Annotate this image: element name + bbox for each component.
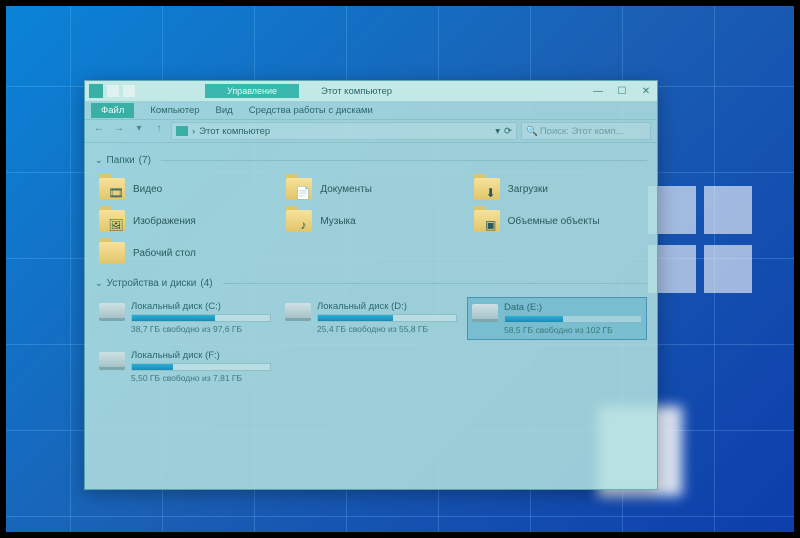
breadcrumb-chevron-icon[interactable]: ›: [192, 126, 195, 137]
pc-icon: [176, 126, 188, 136]
folder-glyph-icon: ▣: [484, 218, 498, 232]
folder-icon: 📄: [286, 178, 312, 200]
group-count: (7): [139, 155, 151, 166]
folder-item[interactable]: 🖼 Изображения: [95, 206, 272, 236]
folder-label: Рабочий стол: [133, 248, 196, 259]
drive-name: Data (E:): [504, 302, 642, 313]
search-icon: 🔍: [526, 126, 538, 137]
drive-free-label: 5,50 ГБ свободно из 7,81 ГБ: [131, 373, 271, 383]
group-header-folders[interactable]: ⌄ Папки (7): [95, 155, 647, 166]
folder-item[interactable]: ▣ Объемные объекты: [470, 206, 647, 236]
group-label: Папки: [107, 155, 135, 166]
drive-item[interactable]: Локальный диск (C:) 38,7 ГБ свободно из 9…: [95, 297, 275, 340]
group-count: (4): [200, 278, 212, 289]
folder-icon: [99, 242, 125, 264]
drive-usage-bar: [131, 363, 271, 371]
folder-label: Объемные объекты: [508, 216, 600, 227]
folder-icon: ⬇: [474, 178, 500, 200]
folder-item[interactable]: ♪ Музыка: [282, 206, 459, 236]
ribbon-tab-view[interactable]: Вид: [216, 105, 233, 116]
group-label: Устройства и диски: [107, 278, 197, 289]
drive-name: Локальный диск (D:): [317, 301, 457, 312]
folder-item[interactable]: 📄 Документы: [282, 174, 459, 204]
qat-item-icon[interactable]: [107, 85, 119, 97]
folder-icon: 🖼: [99, 210, 125, 232]
nav-back-button[interactable]: ←: [91, 123, 107, 139]
folder-item[interactable]: Рабочий стол: [95, 238, 272, 268]
ribbon-tab-computer[interactable]: Компьютер: [150, 105, 199, 116]
quick-access-toolbar: [89, 84, 135, 98]
address-dropdown-icon[interactable]: ▾: [495, 126, 500, 137]
qat-item-icon[interactable]: [123, 85, 135, 97]
drive-icon: [99, 303, 125, 321]
windows-logo: [648, 186, 758, 296]
drive-usage-bar: [317, 314, 457, 322]
search-input[interactable]: 🔍 Поиск: Этот комп...: [521, 122, 651, 140]
group-header-drives[interactable]: ⌄ Устройства и диски (4): [95, 278, 647, 289]
window-minimize-button[interactable]: —: [591, 86, 605, 97]
folder-glyph-icon: 📄: [296, 186, 310, 200]
folder-icon: ▣: [474, 210, 500, 232]
address-row: ← → ▾ ↑ › Этот компьютер ▾ ⟳ 🔍 Поиск: Эт…: [85, 119, 657, 143]
drive-icon: [285, 303, 311, 321]
chevron-down-icon: ⌄: [95, 278, 103, 289]
folder-glyph-icon: ♪: [296, 218, 310, 232]
drive-name: Локальный диск (F:): [131, 350, 271, 361]
folder-item[interactable]: 🎞 Видео: [95, 174, 272, 204]
folder-glyph-icon: [109, 250, 123, 264]
drive-icon: [99, 352, 125, 370]
content-area: ⌄ Папки (7) 🎞 Видео 📄 Документы ⬇ Загрузки 🖼 Из…: [85, 143, 657, 397]
drive-usage-bar: [131, 314, 271, 322]
refresh-button[interactable]: ⟳: [504, 126, 512, 137]
window-title: Этот компьютер: [321, 86, 392, 97]
explorer-icon: [89, 84, 103, 98]
folders-grid: 🎞 Видео 📄 Документы ⬇ Загрузки 🖼 Изображения ♪ Му…: [95, 170, 647, 272]
contextual-tab-label[interactable]: Управление: [205, 84, 299, 98]
folder-label: Видео: [133, 184, 162, 195]
titlebar[interactable]: Управление Этот компьютер — ☐ ✕: [85, 81, 657, 101]
drive-free-label: 58,5 ГБ свободно из 102 ГБ: [504, 325, 642, 335]
search-placeholder: Поиск: Этот комп...: [540, 126, 624, 137]
drive-free-label: 25,4 ГБ свободно из 55,8 ГБ: [317, 324, 457, 334]
folder-icon: 🎞: [99, 178, 125, 200]
nav-up-button[interactable]: ↑: [151, 123, 167, 139]
ribbon-tabs: Файл Компьютер Вид Средства работы с дис…: [85, 101, 657, 119]
drive-name: Локальный диск (C:): [131, 301, 271, 312]
folder-item[interactable]: ⬇ Загрузки: [470, 174, 647, 204]
nav-history-dropdown[interactable]: ▾: [131, 123, 147, 139]
ribbon-file-button[interactable]: Файл: [91, 103, 134, 118]
drive-item[interactable]: Локальный диск (F:) 5,50 ГБ свободно из 7…: [95, 346, 275, 387]
ribbon-tab-drive-tools[interactable]: Средства работы с дисками: [249, 105, 373, 116]
folder-icon: ♪: [286, 210, 312, 232]
folder-label: Музыка: [320, 216, 355, 227]
folder-label: Документы: [320, 184, 372, 195]
address-location-label[interactable]: Этот компьютер: [199, 126, 270, 137]
drive-item[interactable]: Data (E:) 58,5 ГБ свободно из 102 ГБ: [467, 297, 647, 340]
folder-glyph-icon: 🎞: [109, 186, 123, 200]
window-close-button[interactable]: ✕: [639, 86, 653, 97]
address-bar[interactable]: › Этот компьютер ▾ ⟳: [171, 122, 517, 140]
drive-icon: [472, 304, 498, 322]
drive-item[interactable]: Локальный диск (D:) 25,4 ГБ свободно из 5…: [281, 297, 461, 340]
folder-glyph-icon: ⬇: [484, 186, 498, 200]
folder-glyph-icon: 🖼: [109, 218, 123, 232]
drive-free-label: 38,7 ГБ свободно из 97,6 ГБ: [131, 324, 271, 334]
chevron-down-icon: ⌄: [95, 155, 103, 166]
file-explorer-window: Управление Этот компьютер — ☐ ✕ Файл Ком…: [84, 80, 658, 490]
folder-label: Изображения: [133, 216, 196, 227]
drives-grid: Локальный диск (C:) 38,7 ГБ свободно из 9…: [95, 293, 647, 391]
nav-forward-button[interactable]: →: [111, 123, 127, 139]
window-maximize-button[interactable]: ☐: [615, 86, 629, 97]
drive-usage-bar: [504, 315, 642, 323]
folder-label: Загрузки: [508, 184, 548, 195]
